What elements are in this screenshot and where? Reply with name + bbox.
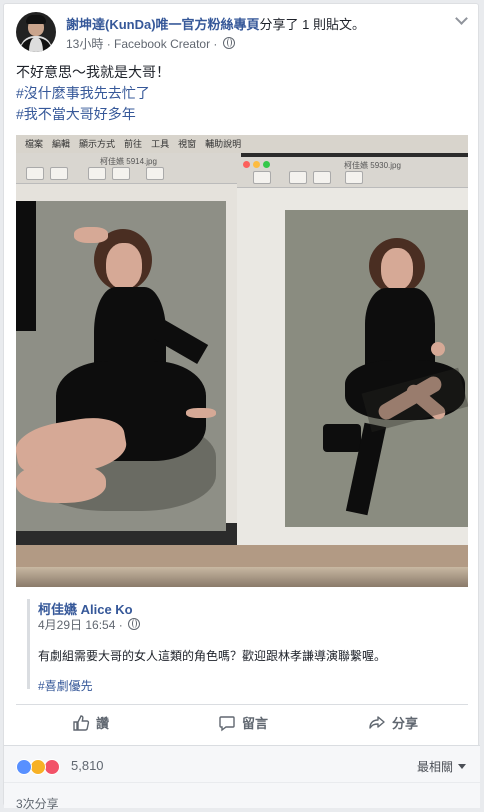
share-button[interactable]: 分享: [368, 708, 418, 740]
comment-sort-dropdown[interactable]: 最相關: [417, 758, 466, 775]
post-photo[interactable]: 檔案 編輯 顯示方式 前往 工具 視窗 輔助說明 柯佳嬿 5914.jpg 柯佳嬿: [16, 135, 468, 587]
post-header: 謝坤達(KunDa)唯一官方粉絲專頁分享了 1 則貼文。 13小時 · Face…: [16, 12, 468, 56]
post-author-line: 謝坤達(KunDa)唯一官方粉絲專頁分享了 1 則貼文。: [66, 14, 365, 33]
globe-icon: [128, 618, 141, 630]
share-text: 分享了 1 則貼文。: [259, 17, 366, 32]
share-count[interactable]: 3次分享: [16, 795, 59, 812]
photo-right-image: [285, 210, 468, 527]
post-text: 不好意思～我就是大哥！ #沒什麼事我先去忙了 #我不當大哥好多年: [16, 62, 170, 125]
comment-button[interactable]: 留言: [218, 708, 268, 740]
like-icon[interactable]: [16, 759, 32, 775]
shared-post[interactable]: 柯佳嬿 Alice Ko 4月29日 16:54 · 有劇組需要大哥的女人這類的…: [27, 599, 470, 693]
reactions-bar: 5,810 最相關: [4, 745, 480, 782]
post-time[interactable]: 13小時: [66, 37, 103, 51]
share-icon: [369, 716, 385, 729]
post-meta: 13小時 · Facebook Creator ·: [66, 35, 235, 52]
hashtag-link[interactable]: #我不當大哥好多年: [16, 104, 170, 125]
chevron-down-icon[interactable]: [456, 14, 468, 26]
divider: [16, 704, 468, 705]
like-button[interactable]: 讚: [72, 708, 109, 740]
comment-icon: [219, 716, 235, 732]
thumbs-up-icon: [73, 715, 90, 731]
post-card: 謝坤達(KunDa)唯一官方粉絲專頁分享了 1 則貼文。 13小時 · Face…: [3, 3, 480, 811]
photo-left-image: [16, 201, 226, 531]
photo-dock: [16, 567, 468, 587]
love-icon[interactable]: [44, 759, 60, 775]
post-text-line: 不好意思～我就是大哥！: [16, 64, 170, 80]
hashtag-link[interactable]: #喜劇優先: [38, 677, 93, 694]
post-app[interactable]: Facebook Creator: [114, 37, 210, 51]
shared-post-message: 有劇組需要大哥的女人這類的角色嗎？歡迎跟林孝謙導演聯繫喔。: [38, 649, 387, 663]
hashtag-link[interactable]: #沒什麼事我先去忙了: [16, 83, 170, 104]
photo-menubar: 檔案 編輯 顯示方式 前往 工具 視窗 輔助說明: [16, 135, 468, 153]
reaction-count[interactable]: 5,810: [71, 758, 104, 773]
globe-icon: [222, 37, 235, 49]
page-name-link[interactable]: 謝坤達(KunDa)唯一官方粉絲專頁: [66, 17, 260, 32]
page-avatar[interactable]: [16, 12, 56, 52]
shared-post-date[interactable]: 4月29日 16:54 ·: [38, 616, 141, 633]
shares-bar: 3次分享: [4, 782, 480, 811]
action-bar: 讚 留言 分享: [16, 708, 468, 740]
haha-icon[interactable]: [30, 759, 46, 775]
